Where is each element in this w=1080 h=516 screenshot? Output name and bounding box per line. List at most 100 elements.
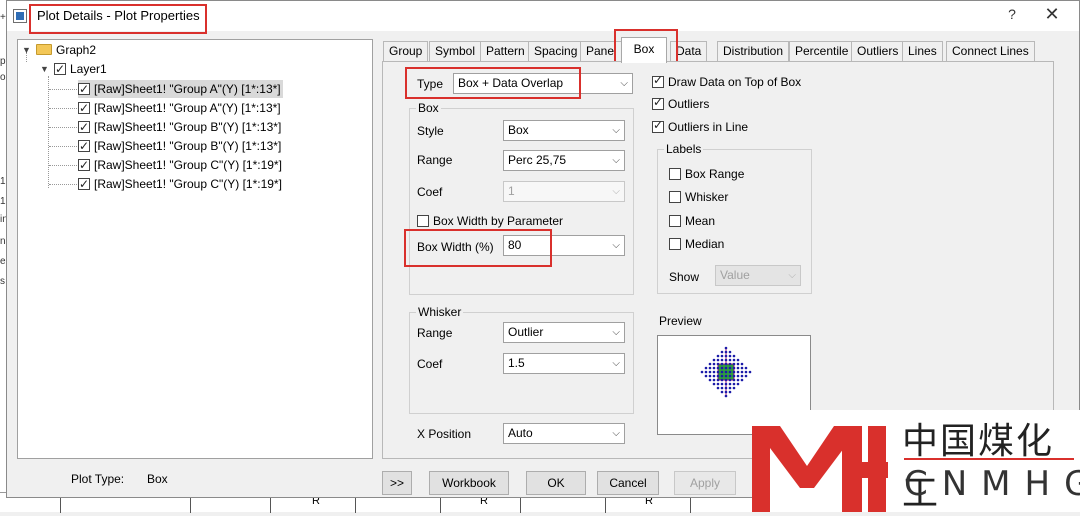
- preview-point: [716, 370, 720, 374]
- checkbox[interactable]: [669, 215, 681, 227]
- preview-point: [712, 370, 716, 374]
- tab-percentile[interactable]: Percentile: [789, 41, 855, 61]
- checkbox[interactable]: [669, 191, 681, 203]
- checkbox[interactable]: [652, 118, 664, 133]
- checkbox[interactable]: [652, 95, 664, 110]
- preview-point: [720, 370, 724, 374]
- tab-spacing[interactable]: Spacing: [528, 41, 584, 61]
- preview-point: [720, 386, 724, 390]
- outliers-checkbox[interactable]: Outliers: [652, 95, 710, 111]
- box-coef-value: 1: [508, 184, 515, 198]
- plot-checkbox[interactable]: [78, 156, 90, 174]
- type-select[interactable]: Box + Data Overlap ⌵: [453, 73, 633, 94]
- expand-button[interactable]: >>: [382, 471, 412, 495]
- checkbox[interactable]: [669, 238, 681, 250]
- tree-item-plot[interactable]: [Raw]Sheet1! "Group A"(Y) [1*:13*]: [78, 99, 281, 117]
- label-whisker-checkbox[interactable]: Whisker: [669, 190, 728, 204]
- preview-point: [724, 370, 728, 374]
- preview-point: [736, 366, 740, 370]
- outliers-label: Outliers: [668, 97, 710, 111]
- x-position-select[interactable]: Auto ⌵: [503, 423, 625, 444]
- preview-point: [728, 386, 732, 390]
- label-median-checkbox[interactable]: Median: [669, 237, 724, 251]
- preview-point: [720, 354, 724, 358]
- preview-point: [720, 366, 724, 370]
- tab-distribution[interactable]: Distribution: [717, 41, 790, 61]
- plot-checkbox[interactable]: [78, 137, 90, 155]
- bg-char: e: [0, 256, 6, 267]
- cancel-button[interactable]: Cancel: [597, 471, 659, 495]
- checkbox[interactable]: [652, 73, 664, 88]
- tab-symbol[interactable]: Symbol: [429, 41, 482, 61]
- plot-tree: ▼ Graph2 ▼ Layer1 [Raw]Sheet1! "Group A"…: [17, 39, 373, 459]
- checkbox[interactable]: [417, 215, 429, 227]
- plot-checkbox[interactable]: [78, 118, 90, 136]
- preview-point: [740, 366, 744, 370]
- preview-point: [740, 362, 744, 366]
- tree-item-plot[interactable]: [Raw]Sheet1! "Group B"(Y) [1*:13*]: [78, 137, 281, 155]
- workbook-button[interactable]: Workbook: [429, 471, 509, 495]
- preview-point: [708, 374, 712, 378]
- ok-button[interactable]: OK: [526, 471, 586, 495]
- tab-box[interactable]: Box: [621, 37, 667, 63]
- label-box-range-label: Box Range: [685, 167, 745, 181]
- layer-checkbox[interactable]: [54, 60, 66, 78]
- box-width-value: 80: [508, 238, 522, 252]
- draw-data-on-top-checkbox[interactable]: Draw Data on Top of Box: [652, 73, 801, 89]
- show-select: Value ⌵: [715, 265, 801, 286]
- tab-lines[interactable]: Lines: [902, 41, 943, 61]
- whisker-range-select[interactable]: Outlier ⌵: [503, 322, 625, 343]
- collapse-icon[interactable]: ▼: [40, 60, 49, 78]
- outliers-in-line-checkbox[interactable]: Outliers in Line: [652, 118, 749, 134]
- tree-item-plot[interactable]: [Raw]Sheet1! "Group B"(Y) [1*:13*]: [78, 118, 281, 136]
- chevron-down-icon: ⌵: [612, 358, 620, 369]
- plot-checkbox[interactable]: [78, 80, 90, 98]
- type-select-value: Box + Data Overlap: [458, 76, 564, 90]
- watermark-english-text: CNMHG: [904, 464, 1080, 504]
- chevron-down-icon: ⌵: [612, 155, 620, 166]
- label-mean-checkbox[interactable]: Mean: [669, 214, 715, 228]
- preview-point: [728, 374, 732, 378]
- title-bar[interactable]: Plot Details - Plot Properties ? ✕: [7, 1, 1079, 31]
- box-style-select[interactable]: Box ⌵: [503, 120, 625, 141]
- tab-pattern[interactable]: Pattern: [480, 41, 531, 61]
- preview-point: [728, 362, 732, 366]
- collapse-icon[interactable]: ▼: [22, 41, 31, 59]
- whisker-coef-combo[interactable]: 1.5 ⌵: [503, 353, 625, 374]
- preview-point: [732, 358, 736, 362]
- label-box-range-checkbox[interactable]: Box Range: [669, 167, 744, 181]
- box-width-by-parameter-checkbox[interactable]: Box Width by Parameter: [417, 214, 563, 228]
- tab-group[interactable]: Group: [383, 41, 429, 61]
- preview-point: [716, 378, 720, 382]
- preview-point: [716, 366, 720, 370]
- preview-point: [700, 370, 704, 374]
- preview-point: [712, 362, 716, 366]
- preview-point: [724, 354, 728, 358]
- tree-item-label: [Raw]Sheet1! "Group B"(Y) [1*:13*]: [94, 120, 282, 134]
- tab-data[interactable]: Data: [670, 41, 708, 61]
- tree-item-plot[interactable]: [Raw]Sheet1! "Group A"(Y) [1*:13*]: [78, 80, 283, 98]
- tree-item-plot[interactable]: [Raw]Sheet1! "Group C"(Y) [1*:19*]: [78, 156, 282, 174]
- plot-type-label: Plot Type:: [71, 472, 125, 486]
- plot-checkbox[interactable]: [78, 175, 90, 193]
- whisker-range-label: Range: [417, 326, 453, 340]
- preview-point: [712, 378, 716, 382]
- chevron-down-icon: ⌵: [612, 125, 620, 136]
- box-range-select[interactable]: Perc 25,75 ⌵: [503, 150, 625, 171]
- outliers-in-line-label: Outliers in Line: [668, 120, 749, 134]
- box-width-combo[interactable]: 80 ⌵: [503, 235, 625, 256]
- tab-connect-lines[interactable]: Connect Lines: [946, 41, 1035, 61]
- preview-point: [724, 390, 728, 394]
- preview-point: [716, 358, 720, 362]
- close-button[interactable]: ✕: [1037, 4, 1067, 26]
- tab-panel[interactable]: Panel: [580, 41, 623, 61]
- help-button[interactable]: ?: [999, 6, 1025, 26]
- preview-point: [704, 374, 708, 378]
- checkbox[interactable]: [669, 168, 681, 180]
- preview-point: [724, 366, 728, 370]
- tab-outliers[interactable]: Outliers: [851, 41, 905, 61]
- tree-node-graph[interactable]: ▼ Graph2: [22, 41, 96, 59]
- tree-node-layer[interactable]: ▼ Layer1: [40, 60, 107, 78]
- plot-checkbox[interactable]: [78, 99, 90, 117]
- tree-item-plot[interactable]: [Raw]Sheet1! "Group C"(Y) [1*:19*]: [78, 175, 282, 193]
